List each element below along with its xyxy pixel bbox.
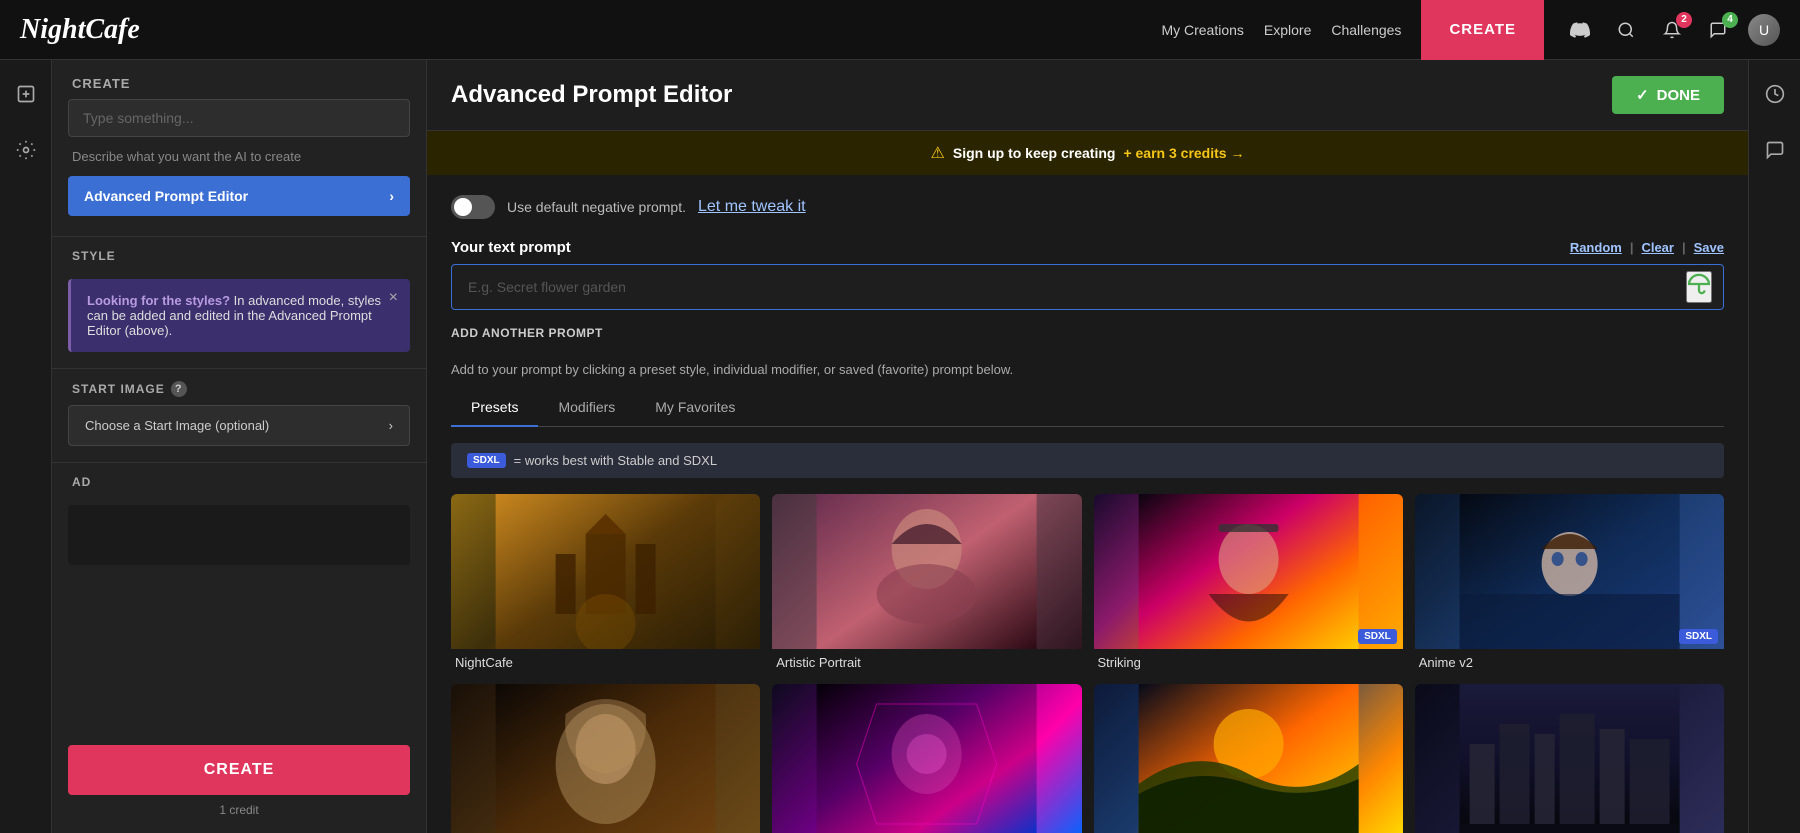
right-side-icons: [1748, 60, 1800, 833]
style-item-anime[interactable]: SDXL Anime v2: [1415, 494, 1724, 672]
avatar[interactable]: U: [1748, 14, 1780, 46]
generate-icon-button[interactable]: [1686, 271, 1712, 303]
discord-icon[interactable]: [1564, 14, 1596, 46]
ad-placeholder: [68, 505, 410, 565]
style-name-anime: Anime v2: [1415, 649, 1724, 672]
banner-text: Sign up to keep creating: [953, 145, 1116, 161]
style-img-6: [772, 684, 1081, 833]
prompt-description: Describe what you want the AI to create: [52, 149, 426, 176]
style-info-card: Looking for the styles? In advanced mode…: [68, 279, 410, 352]
editor-body: Use default negative prompt. Let me twea…: [427, 175, 1748, 833]
choose-start-image-button[interactable]: Choose a Start Image (optional) ›: [68, 405, 410, 446]
create-icon-btn[interactable]: [8, 76, 44, 112]
chat-icon-btn[interactable]: [1757, 132, 1793, 168]
text-prompt-input[interactable]: [451, 264, 1724, 310]
signup-banner: ⚠ Sign up to keep creating + earn 3 cred…: [427, 131, 1748, 175]
style-item-6[interactable]: [772, 684, 1081, 833]
messages-badge: 4: [1722, 12, 1738, 28]
avatar-inner: U: [1748, 14, 1780, 46]
tab-modifiers[interactable]: Modifiers: [538, 389, 635, 427]
topnav-create-button[interactable]: CREATE: [1421, 0, 1544, 60]
sdxl-badge-anime: SDXL: [1679, 629, 1718, 644]
tab-my-favorites[interactable]: My Favorites: [635, 389, 755, 427]
random-link[interactable]: Random: [1570, 240, 1622, 255]
toggle-knob: [454, 198, 472, 216]
sdxl-notice: SDXL = works best with Stable and SDXL: [451, 443, 1724, 478]
ad-section-label: AD: [52, 462, 426, 497]
style-img-portrait: [772, 494, 1081, 649]
start-image-label: START IMAGE ?: [52, 368, 426, 405]
editor-topbar: Advanced Prompt Editor ✓ DONE: [427, 60, 1748, 131]
create-section-label: CREATE: [52, 60, 426, 99]
style-item-7[interactable]: [1094, 684, 1403, 833]
notification-badge: 2: [1676, 12, 1692, 28]
history-icon-btn[interactable]: [1757, 76, 1793, 112]
editor-title: Advanced Prompt Editor: [451, 81, 732, 109]
warning-icon: ⚠: [931, 143, 945, 163]
add-another-prompt-button[interactable]: ADD ANOTHER PROMPT: [451, 320, 603, 346]
preset-description: Add to your prompt by clicking a preset …: [451, 362, 1724, 377]
neg-prompt-label: Use default negative prompt.: [507, 199, 686, 215]
help-icon[interactable]: ?: [171, 381, 187, 397]
style-name-striking: Striking: [1094, 649, 1403, 672]
sdxl-badge: SDXL: [467, 453, 506, 468]
style-name-nightcafe: NightCafe: [451, 649, 760, 672]
left-panel: CREATE Describe what you want the AI to …: [52, 60, 427, 833]
tweak-link[interactable]: Let me tweak it: [698, 198, 806, 216]
advanced-prompt-editor-button[interactable]: Advanced Prompt Editor ›: [68, 176, 410, 216]
style-item-5[interactable]: [451, 684, 760, 833]
icon-sidebar: [0, 60, 52, 833]
neg-prompt-toggle[interactable]: [451, 195, 495, 219]
prompt-actions: Random | Clear | Save: [1570, 240, 1724, 255]
style-grid: NightCafe Artistic Portrait: [451, 494, 1724, 833]
style-img-anime: [1415, 494, 1724, 649]
logo: NightCafe: [20, 14, 140, 46]
main-create-button[interactable]: CREATE: [68, 745, 410, 795]
negative-prompt-row: Use default negative prompt. Let me twea…: [451, 195, 1724, 219]
style-img-nightcafe: [451, 494, 760, 649]
style-img-5: [451, 684, 760, 833]
done-button[interactable]: ✓ DONE: [1612, 76, 1724, 114]
nav-challenges[interactable]: Challenges: [1331, 22, 1401, 38]
style-card-close[interactable]: ×: [389, 289, 398, 307]
nav-explore[interactable]: Explore: [1264, 22, 1311, 38]
style-section-label: STYLE: [52, 236, 426, 271]
nav-my-creations[interactable]: My Creations: [1161, 22, 1243, 38]
banner-earn-credits-link[interactable]: + earn 3 credits →: [1123, 145, 1244, 161]
nav-icons: 2 4 U: [1564, 14, 1780, 46]
style-item-nightcafe[interactable]: NightCafe: [451, 494, 760, 672]
prompt-input-wrap: [52, 99, 426, 149]
style-item-portrait[interactable]: Artistic Portrait: [772, 494, 1081, 672]
sdxl-badge-striking: SDXL: [1358, 629, 1397, 644]
credit-info: 1 credit: [68, 803, 410, 817]
save-link[interactable]: Save: [1694, 240, 1724, 255]
right-content: Advanced Prompt Editor ✓ DONE ⚠ Sign up …: [427, 60, 1748, 833]
topnav: NightCafe My Creations Explore Challenge…: [0, 0, 1800, 60]
style-item-striking[interactable]: SDXL Striking: [1094, 494, 1403, 672]
main-prompt-input[interactable]: [68, 99, 410, 137]
clear-link[interactable]: Clear: [1641, 240, 1674, 255]
style-img-8: [1415, 684, 1724, 833]
notifications-icon[interactable]: 2: [1656, 14, 1688, 46]
settings-icon-btn[interactable]: [8, 132, 44, 168]
checkmark-icon: ✓: [1636, 86, 1649, 104]
text-prompt-input-wrap: [451, 264, 1724, 310]
text-prompt-section: Your text prompt Random | Clear | Save: [451, 239, 1724, 256]
messages-icon[interactable]: 4: [1702, 14, 1734, 46]
tab-presets[interactable]: Presets: [451, 389, 538, 427]
style-name-portrait: Artistic Portrait: [772, 649, 1081, 672]
style-img-striking: [1094, 494, 1403, 649]
bottom-create-area: CREATE 1 credit: [52, 729, 426, 833]
style-img-7: [1094, 684, 1403, 833]
tabs-row: Presets Modifiers My Favorites: [451, 389, 1724, 427]
search-icon[interactable]: [1610, 14, 1642, 46]
style-item-8[interactable]: [1415, 684, 1724, 833]
